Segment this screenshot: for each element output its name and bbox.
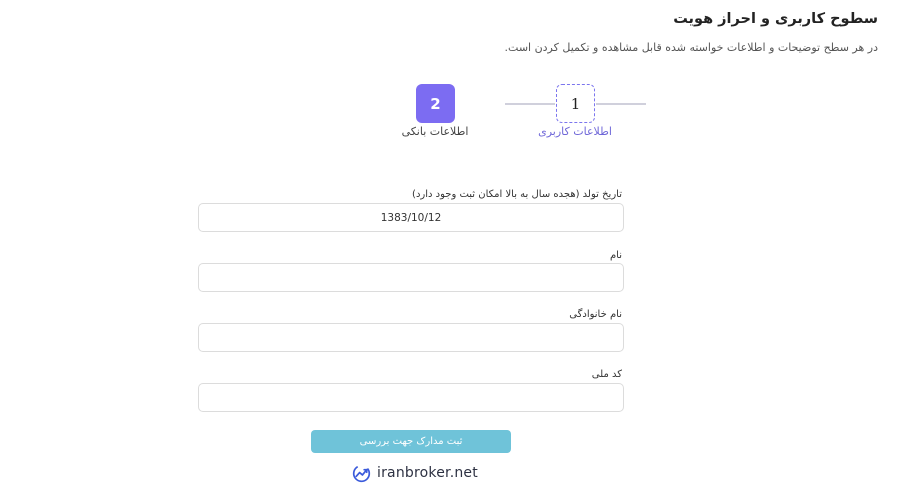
national-code-field[interactable]	[198, 383, 624, 412]
trend-chart-logo-icon	[352, 464, 371, 483]
step-2-label[interactable]: اطلاعات بانکی	[380, 125, 490, 138]
page-description: در هر سطح توضیحات و اطلاعات خواسته شده ق…	[504, 41, 878, 54]
submit-documents-button[interactable]: ثبت مدارک جهت بررسی	[311, 430, 511, 453]
birthdate-field[interactable]	[198, 203, 624, 232]
step-1-indicator[interactable]: 1	[556, 84, 595, 123]
last-name-label: نام خانوادگی	[569, 309, 622, 320]
brand-watermark: iranbroker.net	[352, 463, 478, 483]
step-2-indicator[interactable]: 2	[416, 84, 455, 123]
step-1-label[interactable]: اطلاعات کاربری	[520, 125, 630, 138]
stepper-connector-line	[596, 103, 646, 105]
stepper-connector-line	[505, 103, 555, 105]
last-name-field[interactable]	[198, 323, 624, 352]
first-name-field[interactable]	[198, 263, 624, 292]
birthdate-label: تاریخ تولد (هجده سال به بالا امکان ثبت و…	[412, 189, 622, 200]
step-1-number: 1	[570, 94, 581, 113]
first-name-label: نام	[609, 250, 622, 261]
national-code-label: کد ملی	[591, 369, 622, 380]
step-2-number: 2	[430, 94, 441, 113]
page-title: سطوح کاربری و احراز هویت	[673, 11, 878, 27]
brand-name: iranbroker.net	[377, 465, 478, 481]
